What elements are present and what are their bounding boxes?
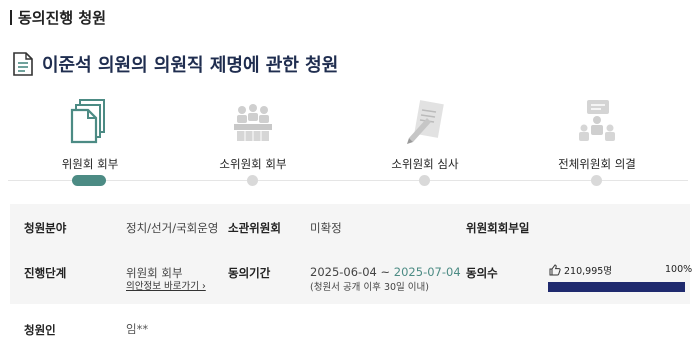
step-dot bbox=[247, 175, 258, 186]
step-label: 전체위원회 의결 bbox=[558, 157, 636, 171]
agree-progress-bar bbox=[548, 282, 685, 292]
progress-track bbox=[8, 180, 688, 181]
referral-date-label: 위원회회부일 bbox=[466, 221, 530, 235]
step-committee-referral: 위원회 회부 bbox=[20, 98, 160, 172]
field-label: 청원분야 bbox=[24, 221, 67, 235]
step-subcommittee-referral: 소위원회 회부 bbox=[183, 98, 323, 172]
bill-info-link[interactable]: 의안정보 바로가기 › bbox=[126, 278, 206, 292]
title-bar bbox=[10, 9, 12, 25]
progress-steps: 위원회 회부 소위원회 회부 소위원회 심사 전체위원회 의결 bbox=[0, 98, 700, 190]
section-title-text: 동의진행 청원 bbox=[18, 8, 107, 27]
petitioner-label: 청원인 bbox=[24, 323, 56, 337]
agree-label: 동의수 bbox=[466, 266, 498, 280]
period-label: 동의기간 bbox=[228, 266, 271, 280]
period-value: 2025-06-04 ~ 2025-07-04 bbox=[310, 265, 461, 279]
step-dot bbox=[419, 175, 430, 186]
committee-label: 소관위원회 bbox=[228, 221, 281, 235]
petitioner-value: 임** bbox=[126, 322, 149, 336]
committee-value: 미확정 bbox=[310, 221, 342, 235]
document-icon bbox=[13, 52, 33, 76]
period-note: (청원서 공개 이후 30일 이내) bbox=[310, 282, 429, 293]
step-subcommittee-review: 소위원회 심사 bbox=[355, 98, 495, 172]
current-step-indicator bbox=[72, 175, 106, 186]
documents-icon bbox=[70, 99, 105, 144]
agree-percent: 100% bbox=[665, 264, 693, 275]
petition-title: 이준석 의원의 의원직 제명에 관한 청원 bbox=[12, 51, 338, 77]
petition-info-panel: 청원분야 정치/선거/국회운영 소관위원회 미확정 위원회회부일 진행단계 위원… bbox=[10, 204, 693, 304]
step-label: 소위원회 심사 bbox=[391, 157, 459, 171]
field-value: 정치/선거/국회운영 bbox=[126, 221, 219, 235]
thumbs-up-icon bbox=[549, 264, 561, 276]
presentation-icon bbox=[579, 100, 615, 141]
agree-count: 210,995명 bbox=[549, 263, 612, 277]
step-label: 소위원회 회부 bbox=[219, 157, 287, 171]
step-dot bbox=[591, 175, 602, 186]
period-start: 2025-06-04 bbox=[310, 265, 377, 279]
agree-progress-fill bbox=[548, 282, 685, 292]
status-label: 진행단계 bbox=[24, 266, 67, 280]
period-end: 2025-07-04 bbox=[393, 265, 461, 279]
petition-title-text: 이준석 의원의 의원직 제명에 관한 청원 bbox=[42, 55, 339, 76]
review-pen-icon bbox=[407, 100, 444, 144]
agree-count-text: 210,995명 bbox=[564, 266, 613, 277]
section-title: 동의진행 청원 bbox=[10, 7, 106, 27]
period-separator: ~ bbox=[380, 265, 391, 279]
step-label: 위원회 회부 bbox=[61, 157, 119, 171]
step-full-committee-vote: 전체위원회 의결 bbox=[527, 98, 667, 172]
conference-table-icon bbox=[234, 104, 272, 141]
